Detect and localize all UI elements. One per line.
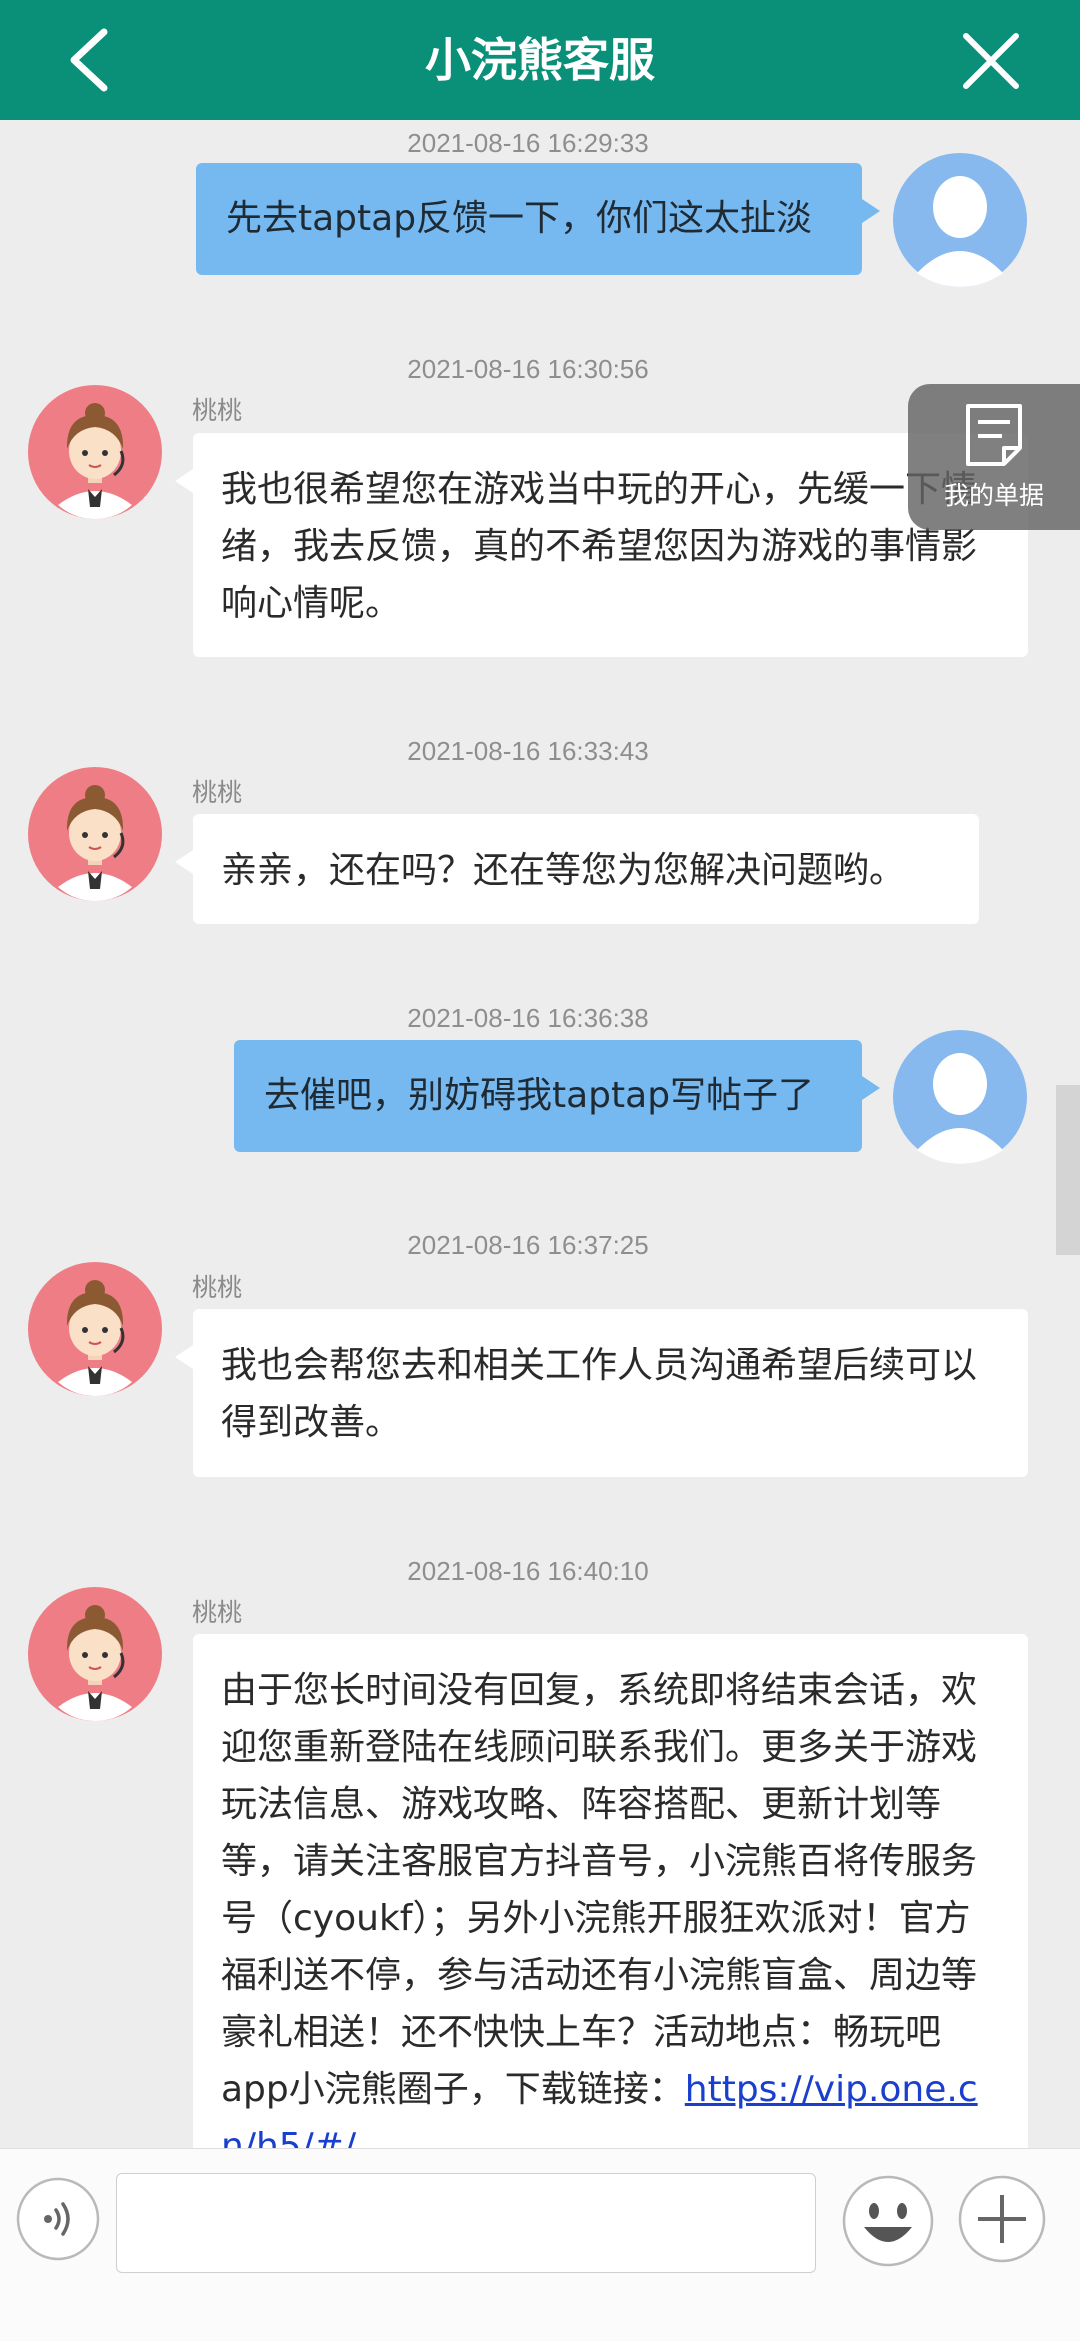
my-tickets-label: 我的单据 (943, 481, 1044, 510)
agent-avatar (28, 1262, 162, 1396)
agent-name: 桃桃 (192, 396, 243, 425)
message-timestamp: 2021-08-16 16:30:56 (407, 354, 649, 384)
user-message-bubble: 先去taptap反馈一下，你们这太扯淡 (196, 163, 880, 275)
emoji-icon[interactable] (842, 2175, 934, 2267)
user-avatar (893, 1030, 1027, 1164)
page-title: 小浣熊客服 (425, 33, 655, 87)
input-bar (0, 2148, 1080, 2341)
agent-message-bubble: 由于您长时间没有回复，系统即将结束会话，欢迎您重新登陆在线顾问联系我们。更多关于… (193, 1634, 1028, 2174)
agent-message-bubble: 亲亲，还在吗？还在等您为您解决问题哟。 (175, 814, 979, 924)
close-icon[interactable] (960, 30, 1022, 92)
agent-name: 桃桃 (192, 778, 243, 807)
header-bar: 小浣熊客服 (0, 0, 1080, 120)
message-input[interactable] (116, 2173, 816, 2273)
agent-avatar (28, 385, 162, 519)
agent-avatar (28, 1587, 162, 1721)
agent-name: 桃桃 (192, 1598, 243, 1627)
plus-icon[interactable] (958, 2175, 1046, 2263)
document-icon (966, 404, 1022, 466)
message-timestamp: 2021-08-16 16:40:10 (407, 1556, 649, 1586)
agent-message-bubble: 我也会帮您去和相关工作人员沟通希望后续可以得到改善。 (175, 1309, 1028, 1477)
message-timestamp: 2021-08-16 16:37:25 (407, 1230, 649, 1260)
agent-message-text: 由于您长时间没有回复，系统即将结束会话，欢迎您重新登陆在线顾问联系我们。更多关于… (221, 1670, 978, 2110)
agent-avatar (28, 767, 162, 901)
user-avatar (893, 153, 1027, 287)
scrollbar[interactable] (1056, 1085, 1080, 1255)
my-tickets-button[interactable]: 我的单据 (908, 384, 1080, 530)
agent-message-bubble: 我也很希望您在游戏当中玩的开心，先缓一下情绪，我去反馈，真的不希望您因为游戏的事… (175, 433, 1028, 657)
agent-name: 桃桃 (192, 1273, 243, 1302)
message-timestamp: 2021-08-16 16:33:43 (407, 736, 649, 766)
user-message-bubble: 去催吧，别妨碍我taptap写帖子了 (234, 1040, 880, 1152)
voice-icon[interactable] (16, 2177, 100, 2261)
